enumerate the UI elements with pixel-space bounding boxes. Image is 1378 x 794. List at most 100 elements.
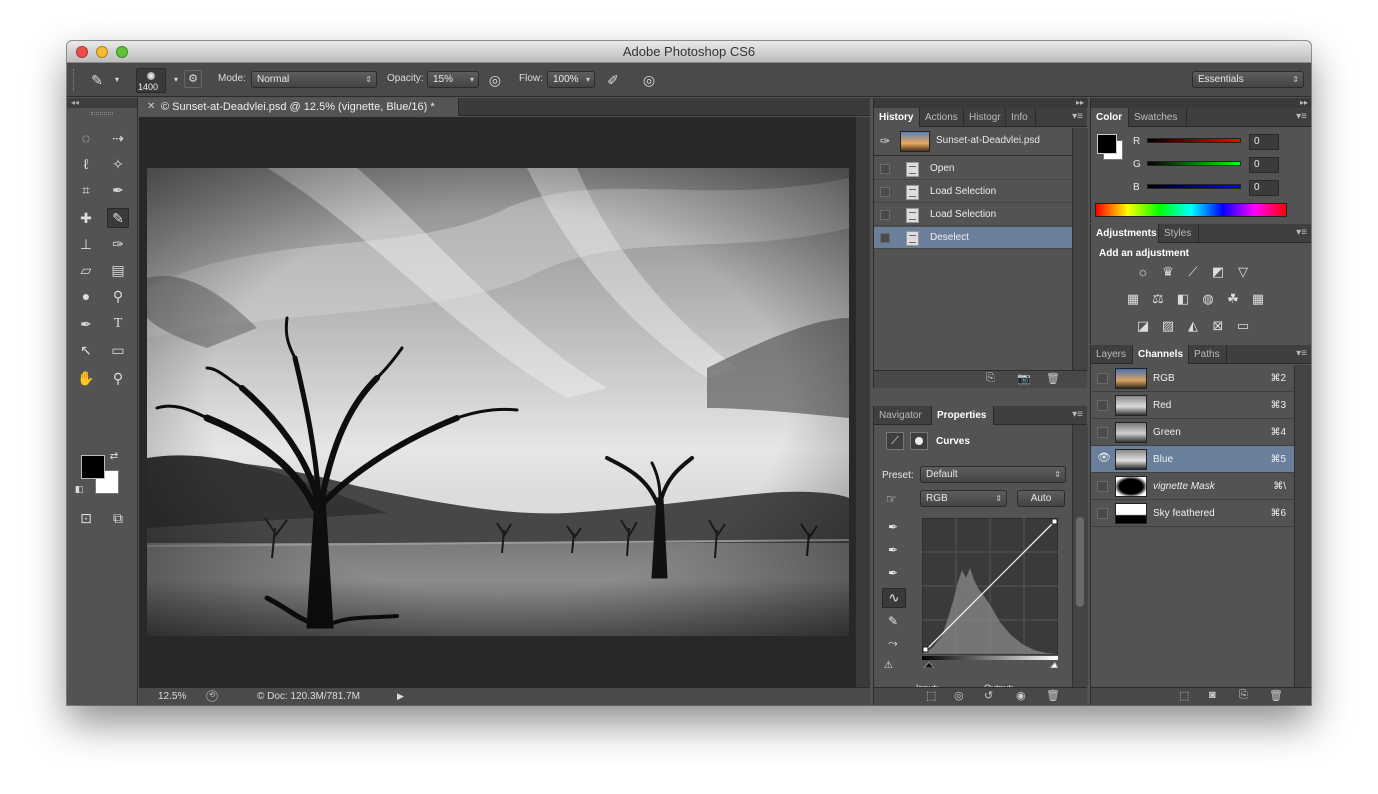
blue-value[interactable]: 0 [1249,180,1279,196]
quick-selection-tool-icon[interactable]: ✧ [107,154,129,174]
channel-select[interactable]: RGB ⇕ [920,490,1007,507]
selective-color-icon[interactable]: ⊠ [1210,318,1226,334]
red-slider[interactable] [1147,138,1241,143]
targeted-adjustment-icon[interactable]: ☞ [886,492,897,506]
curves-icon[interactable]: ⟋ [1185,264,1201,280]
lasso-tool-icon[interactable]: ℓ [75,154,97,174]
brush-tool-icon[interactable]: ✎ [107,208,129,228]
panel-menu-icon[interactable]: ▾≡ [1072,409,1083,420]
channel-row-green[interactable]: Green ⌘4 [1091,419,1294,446]
eye-icon[interactable]: 👁 [1097,453,1111,465]
color-balance-icon[interactable]: ⚖ [1150,291,1166,307]
channels-scrollbar[interactable] [1294,365,1311,687]
eyedropper-tool-icon[interactable]: ✒ [107,180,129,200]
swap-colors-icon[interactable]: ⇄ [107,450,121,464]
white-point-eyedropper-icon[interactable]: ✒ [888,566,898,580]
quick-mask-icon[interactable]: ⊡ [75,508,97,528]
history-item[interactable]: Open [874,158,1072,180]
canvas-vertical-scrollbar[interactable] [855,117,870,687]
move-tool-icon[interactable]: ⇢ [107,128,129,148]
screen-mode-icon[interactable]: ⧉ [107,508,129,528]
gradient-tool-icon[interactable]: ▤ [107,260,129,280]
panel-collapse-icon[interactable]: ▸▸ [1091,98,1311,108]
brush-panel-toggle-icon[interactable]: ⚙ [184,70,202,88]
visibility-toggle[interactable] [1097,481,1108,492]
color-spectrum-ramp[interactable] [1095,203,1287,217]
toolbox-grip[interactable] [91,112,113,115]
curves-adjustment-icon[interactable]: ⟋ [886,432,904,450]
tab-histogram[interactable]: Histogr [964,108,1006,127]
tab-actions[interactable]: Actions [920,108,964,127]
preset-select[interactable]: Default ⇕ [920,466,1066,483]
canvas-area[interactable] [139,117,855,687]
foreground-color-swatch[interactable] [81,455,105,479]
mode-select[interactable]: Normal ⇕ [251,71,377,88]
panel-menu-icon[interactable]: ▾≡ [1072,111,1083,122]
history-item-selected[interactable]: Deselect [874,227,1072,249]
tab-history[interactable]: History [874,108,920,127]
photo-filter-icon[interactable]: ◍ [1200,291,1216,307]
marquee-tool-icon[interactable]: ◌ [75,128,97,148]
workspace-select[interactable]: Essentials ⇕ [1192,71,1304,88]
blue-slider[interactable] [1147,184,1241,189]
invert-icon[interactable]: ◪ [1135,318,1151,334]
history-brush-checkbox[interactable] [880,164,890,174]
zoom-level[interactable]: 12.5% [158,688,186,705]
channel-row-rgb[interactable]: RGB ⌘2 [1091,365,1294,392]
tab-properties[interactable]: Properties [932,406,994,425]
black-point-eyedropper-icon[interactable]: ✒ [888,520,898,534]
blur-tool-icon[interactable]: ● [75,286,97,306]
airbrush-icon[interactable]: ✐ [603,70,623,90]
status-info-icon[interactable]: ⟲ [206,690,218,702]
visibility-toggle[interactable] [1097,400,1108,411]
smooth-curve-icon[interactable]: ⤳ [888,636,898,651]
history-brush-source-icon[interactable]: ✑ [880,134,890,148]
type-tool-icon[interactable]: T [107,314,129,334]
scroll-thumb[interactable] [1076,517,1084,607]
green-slider[interactable] [1147,161,1241,166]
panel-collapse-icon[interactable]: ▸▸ [874,98,1088,108]
history-brush-checkbox[interactable] [880,210,890,220]
status-menu-arrow-icon[interactable]: ▶ [397,688,404,705]
channel-row-red[interactable]: Red ⌘3 [1091,392,1294,419]
vibrance-icon[interactable]: ▽ [1235,264,1251,280]
new-document-from-state-icon[interactable]: ⎘ [986,372,995,385]
brightness-contrast-icon[interactable]: ☼ [1135,264,1151,280]
tab-swatches[interactable]: Swatches [1129,108,1187,127]
rectangle-tool-icon[interactable]: ▭ [107,340,129,360]
history-item[interactable]: Load Selection [874,204,1072,226]
save-selection-as-channel-icon[interactable]: ◙ [1209,689,1216,701]
toolbox-collapse-icon[interactable]: ◂◂ [67,98,137,108]
crop-tool-icon[interactable]: ⌗ [75,180,97,200]
zoom-tool-icon[interactable]: ⚲ [107,368,129,388]
panel-menu-icon[interactable]: ▾≡ [1296,227,1307,238]
tab-adjustments[interactable]: Adjustments [1091,224,1159,243]
visibility-toggle[interactable] [1097,508,1108,519]
history-scrollbar[interactable] [1072,128,1088,370]
delete-channel-icon[interactable]: 🗑 [1269,689,1283,702]
color-lookup-icon[interactable]: ▦ [1250,291,1266,307]
view-previous-state-icon[interactable]: ◎ [954,689,964,702]
pen-tool-icon[interactable]: ✒ [75,314,97,334]
close-document-icon[interactable]: ✕ [147,98,155,116]
load-channel-selection-icon[interactable]: ⬚ [1179,689,1189,702]
visibility-toggle[interactable] [1097,373,1108,384]
new-snapshot-icon[interactable]: 📷 [1017,372,1031,385]
curve-edit-points-icon[interactable]: ∿ [882,588,906,608]
tab-color[interactable]: Color [1091,108,1129,127]
eraser-tool-icon[interactable]: ▱ [75,260,97,280]
toggle-visibility-icon[interactable]: ◉ [1016,689,1026,702]
channel-row-sky-feathered[interactable]: Sky feathered ⌘6 [1091,500,1294,527]
clipping-warning-icon[interactable]: ⚠ [884,660,893,671]
panel-menu-icon[interactable]: ▾≡ [1296,111,1307,122]
pressure-size-icon[interactable]: ◎ [639,70,659,90]
default-colors-icon[interactable]: ◧ [73,483,85,495]
history-item[interactable]: Load Selection [874,181,1072,203]
tool-preset-chevron-icon[interactable]: ▾ [107,70,127,90]
pressure-opacity-icon[interactable]: ◎ [485,70,505,90]
channel-row-vignette-mask[interactable]: vignette Mask ⌘\ [1091,473,1294,500]
posterize-icon[interactable]: ▨ [1160,318,1176,334]
visibility-toggle[interactable] [1097,427,1108,438]
path-selection-tool-icon[interactable]: ↖ [75,340,97,360]
clone-stamp-tool-icon[interactable]: ⊥ [75,234,97,254]
